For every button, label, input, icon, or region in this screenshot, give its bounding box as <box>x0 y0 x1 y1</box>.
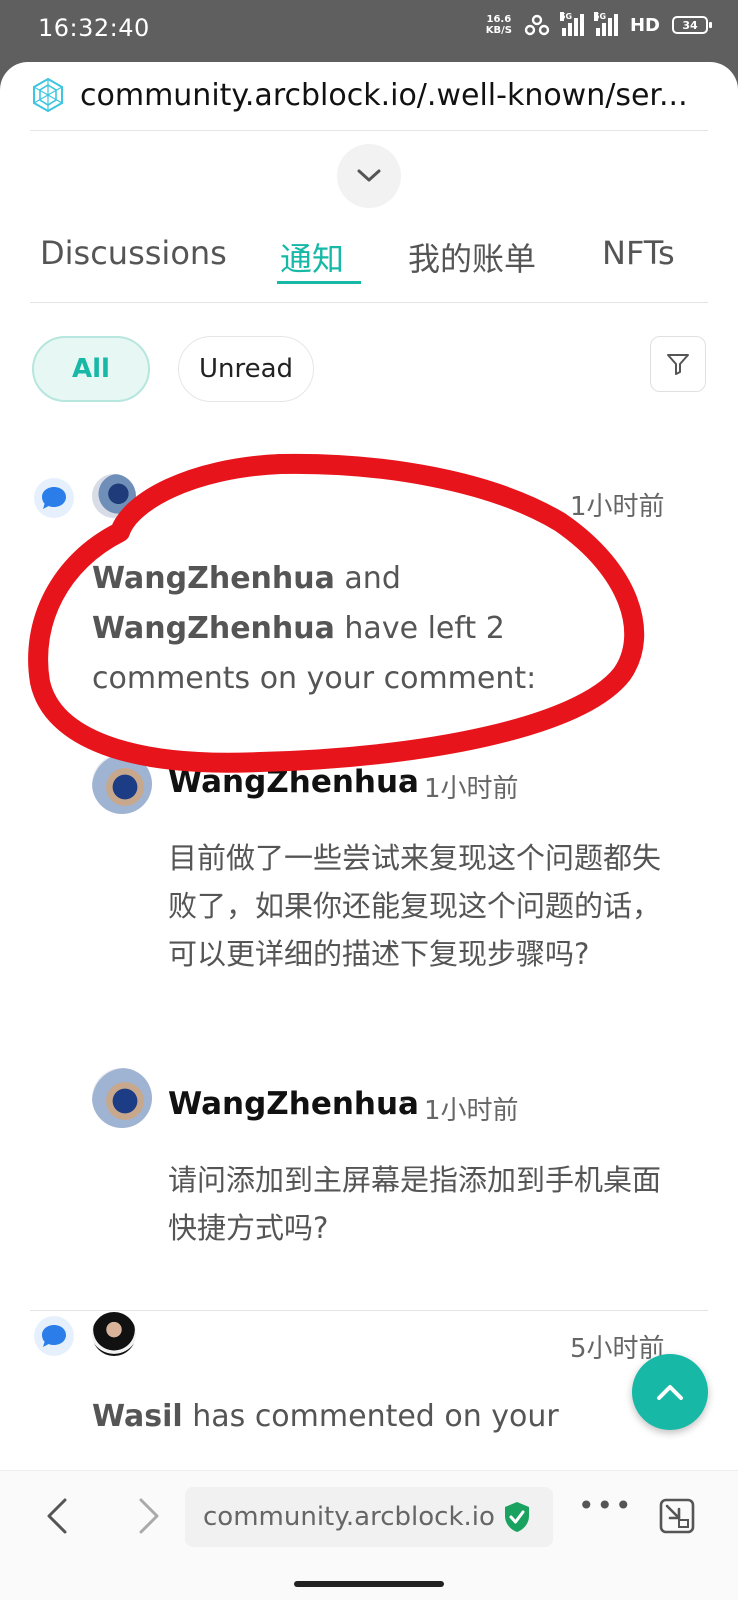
signal-1-label: 5G <box>559 12 573 21</box>
collapse-button[interactable] <box>337 144 401 208</box>
net-speed-unit: KB/S <box>485 25 512 36</box>
notification-message: Wasil has commented on your <box>92 1392 612 1442</box>
forward-button[interactable] <box>124 1491 174 1541</box>
actor-name[interactable]: WangZhenhua <box>92 611 335 646</box>
battery-level: 34 <box>682 18 698 32</box>
chevron-up-icon <box>657 1385 683 1400</box>
minimize-window-button[interactable] <box>652 1491 702 1541</box>
signal-2-label: 5G <box>593 12 607 21</box>
hd-label: HD <box>629 14 660 36</box>
address-bar-text: community.arcblock.io <box>203 1502 495 1532</box>
status-bar: 16:32:40 16.6 KB/S 5G 5G HD 34 <box>0 0 738 64</box>
url-header[interactable]: community.arcblock.io/.well-known/ser... <box>30 70 710 120</box>
battery-icon: 34 <box>672 16 712 34</box>
notification-message: WangZhenhua and WangZhenhua have left 2 … <box>92 554 612 704</box>
address-bar[interactable]: community.arcblock.io <box>185 1487 553 1547</box>
chevron-left-icon <box>47 1498 67 1534</box>
dot-separator: · <box>400 1090 407 1115</box>
tab-discussions[interactable]: Discussions <box>40 234 227 272</box>
net-speed: 16.6 KB/S <box>486 14 512 36</box>
notification-timestamp: 1小时前 <box>570 492 665 522</box>
comment-type-icon <box>34 478 74 518</box>
filter-unread-chip[interactable]: Unread <box>178 336 314 402</box>
comment-body: 目前做了一些尝试来复现这个问题都失败了，如果你还能复现这个问题的话，可以更详细的… <box>168 841 662 971</box>
minimize-icon <box>659 1498 695 1534</box>
status-time: 16:32:40 <box>38 14 150 42</box>
browser-bottom-bar: community.arcblock.io ••• <box>0 1470 738 1600</box>
tab-notifications[interactable]: 通知 <box>280 234 344 280</box>
divider <box>30 302 708 303</box>
shield-check-icon <box>504 1502 529 1532</box>
filter-button[interactable] <box>650 336 706 392</box>
avatar[interactable] <box>92 474 136 518</box>
comment-time: 1小时前 <box>424 774 519 804</box>
chevron-down-icon <box>357 169 381 182</box>
connector-text: and <box>344 561 401 596</box>
more-menu-button[interactable]: ••• <box>578 1489 634 1522</box>
divider <box>30 1310 708 1311</box>
home-indicator[interactable] <box>294 1581 444 1587</box>
actor-name[interactable]: WangZhenhua <box>92 561 335 596</box>
back-button[interactable] <box>32 1491 82 1541</box>
chevron-right-icon <box>139 1498 159 1534</box>
comment-body: 请问添加到主屏幕是指添加到手机桌面快捷方式吗? <box>168 1163 662 1245</box>
notification-action-text: has commented on your <box>192 1399 559 1434</box>
tab-bar: Discussions 通知 我的账单 NFTs <box>30 224 708 284</box>
divider <box>30 130 708 131</box>
arcblock-logo-icon <box>33 77 63 113</box>
dot-separator: · <box>400 768 407 793</box>
net-speed-value: 16.6 <box>486 14 512 25</box>
webview-sheet: community.arcblock.io/.well-known/ser...… <box>0 62 738 1600</box>
comment-type-icon <box>34 1316 74 1356</box>
avatar[interactable] <box>92 1312 136 1356</box>
tab-nfts[interactable]: NFTs <box>602 234 675 272</box>
filter-all-chip[interactable]: All <box>32 336 150 402</box>
comment-author[interactable]: WangZhenhua <box>168 764 419 800</box>
comment-author[interactable]: WangZhenhua <box>168 1086 419 1122</box>
signal-icon-2: 5G <box>593 12 618 36</box>
chat-bubble-icon <box>42 1325 66 1347</box>
scroll-top-button[interactable] <box>632 1354 708 1430</box>
filter-icon <box>667 354 689 375</box>
tab-my-bills[interactable]: 我的账单 <box>408 234 536 280</box>
signal-icon-1: 5G <box>559 12 584 36</box>
comment-time: 1小时前 <box>424 1096 519 1126</box>
status-icons: 16.6 KB/S 5G 5G HD 34 <box>486 12 712 36</box>
tab-active-indicator <box>277 281 361 284</box>
url-header-text: community.arcblock.io/.well-known/ser... <box>80 77 688 113</box>
hotspot-icon <box>524 14 550 36</box>
comment-avatar[interactable] <box>92 754 152 814</box>
actor-name[interactable]: Wasil <box>92 1399 183 1434</box>
chat-bubble-icon <box>42 487 66 509</box>
comment-avatar[interactable] <box>92 1068 152 1128</box>
